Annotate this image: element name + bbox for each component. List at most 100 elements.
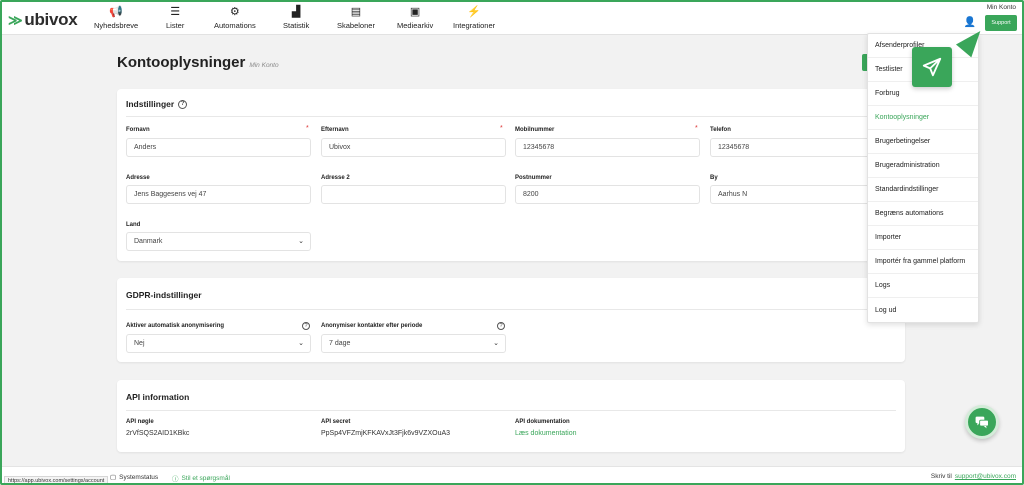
mobilnummer-label: Mobilnummer [515, 127, 555, 133]
settings-title: Indstillinger ? [126, 99, 188, 109]
fornavn-label: Fornavn [126, 127, 150, 133]
systemstatus-link[interactable]: ▢ Systemstatus [110, 473, 159, 482]
support-email-link[interactable]: support@ubivox.com [955, 473, 1016, 480]
land-value: Danmark [134, 238, 163, 245]
bar-chart-icon: ▟ [291, 6, 301, 18]
nav-label: Integrationer [453, 21, 496, 30]
account-label[interactable]: Min Konto [987, 4, 1016, 11]
question-icon: ⓘ [172, 476, 179, 483]
api-card: API information API nøgle 2rVfSQS2AID1KB… [117, 380, 905, 452]
divider [126, 309, 896, 310]
api-secret-label: API secret [321, 419, 351, 425]
efternavn-input[interactable]: Ubivox [321, 138, 506, 157]
api-key-value: 2rVfSQS2AID1KBkc [126, 430, 190, 437]
nav-item-statistik[interactable]: ▟ Statistik [283, 5, 309, 30]
page-header: Kontooplysninger Min Konto [117, 54, 279, 71]
write-to-label: Skriv til [930, 473, 952, 480]
footer: ▢ Systemstatus ⓘ Stil et spørgsmål Skriv… [2, 466, 1022, 484]
nav-item-automations[interactable]: ⚙ Automations [214, 5, 256, 30]
ask-question-link[interactable]: ⓘ Stil et spørgsmål [172, 473, 230, 484]
required-marker: * [500, 125, 503, 132]
gdpr-card: GDPR-indstillinger Aktiver automatisk an… [117, 278, 905, 362]
adresse-label: Adresse [126, 175, 150, 181]
list-icon: ☰ [170, 6, 181, 18]
browser-status-url: https://app.ubivox.com/settings/account [4, 476, 109, 483]
api-docs-label: API dokumentation [515, 419, 570, 425]
chevron-down-icon: ⌄ [298, 238, 304, 245]
contact-support: Skriv til support@ubivox.com [931, 473, 1016, 480]
menu-item-brugeradministration[interactable]: Brugeradministration [868, 154, 978, 178]
chevron-down-icon: ⌄ [298, 340, 304, 347]
menu-item-standardindstillinger[interactable]: Standardindstillinger [868, 178, 978, 202]
help-icon[interactable]: ? [302, 322, 310, 330]
adresse-input[interactable]: Jens Baggesens vej 47 [126, 185, 311, 204]
api-docs-link[interactable]: Læs dokumentation [515, 430, 576, 437]
nav-label: Automations [214, 21, 256, 30]
cogs-icon: ⚙ [229, 6, 240, 18]
ubivox-logo[interactable]: ≫ ubivox [8, 10, 78, 30]
chat-icon [975, 416, 989, 428]
auto-anon-value: Nej [134, 340, 145, 347]
status-icon: ▢ [110, 474, 117, 481]
telefon-label: Telefon [710, 127, 731, 133]
menu-item-logs[interactable]: Logs [868, 274, 978, 298]
api-title: API information [126, 392, 190, 402]
chat-button[interactable] [965, 405, 999, 439]
logo-text: ubivox [24, 10, 78, 29]
telefon-input[interactable]: 12345678 [710, 138, 870, 157]
required-marker: * [695, 125, 698, 132]
anon-period-select[interactable]: 7 dage ⌄ [321, 334, 506, 353]
settings-card: Indstillinger ? Fornavn * Anders Efterna… [117, 89, 905, 261]
nav-item-skabeloner[interactable]: ▤ Skabeloner [337, 5, 375, 30]
adresse2-input[interactable] [321, 185, 506, 204]
menu-item-importer[interactable]: Importer [868, 226, 978, 250]
api-secret-value: PpSp4VFZmjKFKAVxJt3Fjk6v9VZXOuA3 [321, 430, 451, 437]
nav-label: Statistik [283, 21, 310, 30]
nav-label: Nyhedsbreve [94, 21, 139, 30]
top-navigation: ≫ ubivox 📢 Nyhedsbreve ☰ Lister ⚙ Automa… [2, 2, 1022, 35]
nav-item-integrationer[interactable]: ⚡ Integrationer [453, 5, 495, 30]
chevron-down-icon: ⌄ [493, 340, 499, 347]
gdpr-title: GDPR-indstillinger [126, 290, 202, 300]
nav-label: Lister [166, 21, 185, 30]
template-icon: ▤ [350, 6, 362, 18]
mobilnummer-input[interactable]: 12345678 [515, 138, 700, 157]
efternavn-label: Efternavn [321, 127, 349, 133]
nav-item-lister[interactable]: ☰ Lister [166, 5, 184, 30]
megaphone-icon: 📢 [109, 6, 123, 18]
ask-question-label: Stil et spørgsmål [181, 474, 230, 482]
api-key-label: API nøgle [126, 419, 154, 425]
postnummer-label: Postnummer [515, 175, 552, 181]
nav-label: Mediearkiv [397, 21, 434, 30]
menu-item-begraens-automations[interactable]: Begræns automations [868, 202, 978, 226]
nav-label: Skabeloner [337, 21, 375, 30]
settings-title-text: Indstillinger [126, 99, 175, 109]
anon-period-value: 7 dage [329, 340, 351, 347]
postnummer-input[interactable]: 8200 [515, 185, 700, 204]
required-marker: * [306, 125, 309, 132]
page-subtitle: Min Konto [249, 62, 279, 69]
nav-item-mediearkiv[interactable]: ▣ Mediearkiv [397, 5, 433, 30]
page-title: Kontooplysninger [117, 54, 246, 71]
divider [126, 410, 896, 411]
plug-icon: ⚡ [467, 6, 481, 18]
nav-item-nyhedsbreve[interactable]: 📢 Nyhedsbreve [94, 5, 138, 30]
help-icon[interactable]: ? [178, 99, 188, 109]
menu-item-kontooplysninger[interactable]: Kontooplysninger [868, 106, 978, 130]
auto-anon-select[interactable]: Nej ⌄ [126, 334, 311, 353]
paper-plane-icon [922, 57, 942, 77]
menu-item-importer-gammel[interactable]: Importér fra gammel platform [868, 250, 978, 274]
app-frame: ≫ ubivox 📢 Nyhedsbreve ☰ Lister ⚙ Automa… [0, 0, 1024, 485]
help-icon[interactable]: ? [497, 322, 505, 330]
support-button[interactable]: Support [985, 15, 1017, 31]
auto-anon-label: Aktiver automatisk anonymisering [126, 323, 225, 329]
menu-item-brugerbetingelser[interactable]: Brugerbetingelser [868, 130, 978, 154]
land-select[interactable]: Danmark ⌄ [126, 232, 311, 251]
send-badge [912, 47, 952, 87]
fornavn-input[interactable]: Anders [126, 138, 311, 157]
logo-mark-icon: ≫ [8, 11, 23, 28]
systemstatus-label: Systemstatus [119, 473, 159, 481]
media-icon: ▣ [409, 6, 421, 18]
by-input[interactable]: Aarhus N [710, 185, 870, 204]
menu-item-log-ud[interactable]: Log ud [868, 298, 978, 322]
